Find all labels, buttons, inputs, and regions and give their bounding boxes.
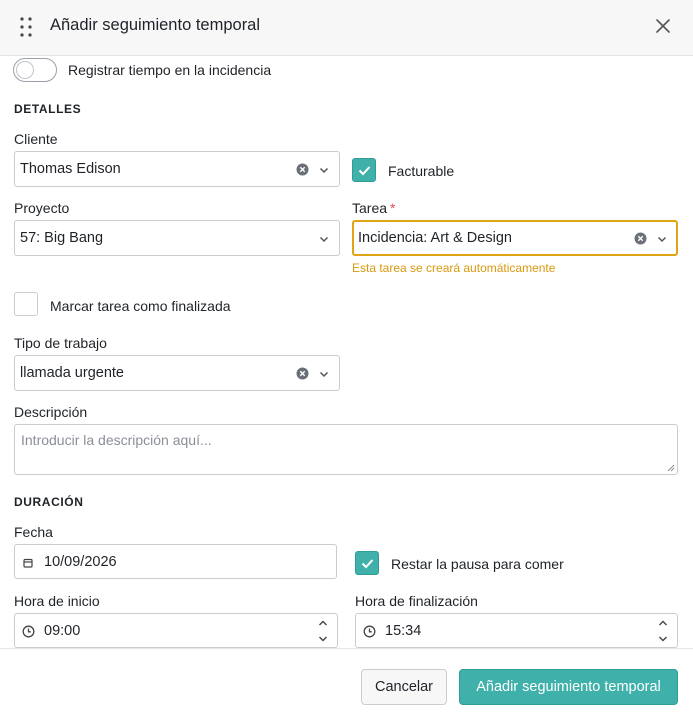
track-time-label: Registrar tiempo en la incidencia — [68, 62, 272, 78]
required-mark: * — [390, 200, 396, 216]
project-label: Proyecto — [14, 200, 70, 216]
description-placeholder: Introducir la descripción aquí... — [21, 432, 212, 448]
work-type-select[interactable]: llamada urgente — [14, 355, 340, 391]
clear-icon[interactable] — [296, 367, 309, 380]
lunch-break-checkbox[interactable] — [355, 551, 379, 575]
billable-label: Facturable — [388, 163, 455, 179]
chevron-down-icon[interactable] — [318, 368, 330, 380]
date-value: 10/09/2026 — [44, 554, 117, 570]
track-time-toggle[interactable] — [13, 58, 57, 82]
time-stepper-icon[interactable] — [658, 618, 668, 644]
resize-handle-icon[interactable] — [667, 464, 675, 472]
chevron-down-icon[interactable] — [318, 233, 330, 245]
project-select[interactable]: 57: Big Bang — [14, 220, 340, 256]
chevron-down-icon[interactable] — [656, 233, 668, 245]
description-label: Descripción — [14, 404, 88, 420]
description-textarea[interactable]: Introducir la descripción aquí... — [14, 424, 678, 475]
billable-checkbox[interactable] — [352, 158, 376, 182]
end-time-field[interactable]: 15:34 — [355, 613, 678, 648]
dialog-header: Añadir seguimiento temporal — [0, 0, 693, 56]
client-label: Cliente — [14, 131, 58, 147]
chevron-down-icon[interactable] — [318, 164, 330, 176]
start-time-value: 09:00 — [44, 623, 81, 639]
time-stepper-icon[interactable] — [318, 618, 328, 644]
clear-icon[interactable] — [634, 232, 647, 245]
work-type-value: llamada urgente — [20, 365, 124, 381]
details-section-title: DETALLES — [14, 102, 82, 116]
date-field[interactable]: 10/09/2026 — [14, 544, 337, 579]
clock-icon — [22, 625, 35, 638]
close-icon[interactable] — [654, 17, 672, 35]
clear-icon[interactable] — [296, 163, 309, 176]
cancel-button[interactable]: Cancelar — [361, 669, 447, 705]
end-time-value: 15:34 — [385, 623, 422, 639]
task-hint: Esta tarea se creará automáticamente — [352, 261, 556, 275]
add-time-tracking-button[interactable]: Añadir seguimiento temporal — [459, 669, 678, 705]
toggle-knob — [16, 60, 34, 79]
start-time-label: Hora de inicio — [14, 593, 100, 609]
end-time-label: Hora de finalización — [355, 593, 478, 609]
check-icon — [361, 559, 374, 569]
client-value: Thomas Edison — [20, 161, 121, 177]
mark-done-label: Marcar tarea como finalizada — [50, 298, 231, 314]
date-label: Fecha — [14, 524, 53, 540]
check-icon — [358, 166, 371, 176]
task-label: Tarea * — [352, 200, 396, 216]
task-value: Incidencia: Art & Design — [358, 230, 512, 246]
drag-handle-icon[interactable] — [20, 17, 32, 37]
dialog-title: Añadir seguimiento temporal — [50, 16, 261, 34]
client-select[interactable]: Thomas Edison — [14, 151, 340, 187]
dialog-footer: Cancelar Añadir seguimiento temporal — [0, 648, 693, 712]
start-time-field[interactable]: 09:00 — [14, 613, 338, 648]
duration-section-title: DURACIÓN — [14, 495, 84, 509]
mark-done-checkbox[interactable] — [14, 292, 38, 316]
lunch-break-label: Restar la pausa para comer — [391, 556, 564, 572]
clock-icon — [363, 625, 376, 638]
task-select[interactable]: Incidencia: Art & Design — [352, 220, 678, 256]
calendar-icon — [23, 558, 33, 568]
project-value: 57: Big Bang — [20, 230, 104, 246]
work-type-label: Tipo de trabajo — [14, 335, 107, 351]
